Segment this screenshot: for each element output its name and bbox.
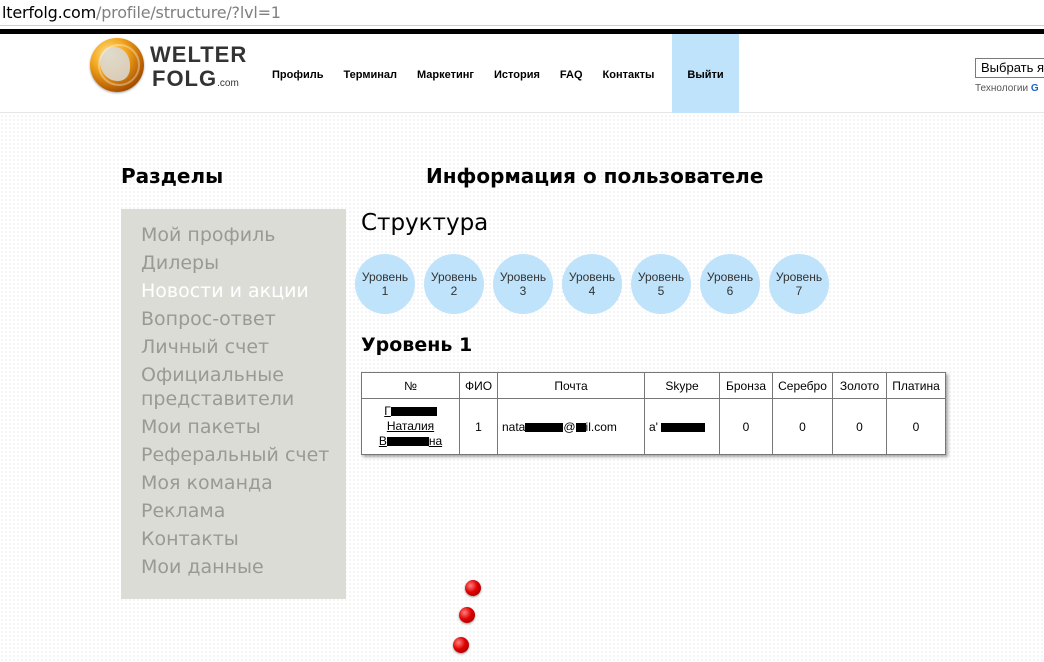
sidebar-item-my-packages[interactable]: Мои пакеты: [141, 415, 336, 439]
level-number: 7: [795, 284, 803, 298]
col-header-email: Почта: [497, 372, 645, 399]
cell-skype: a': [644, 398, 720, 455]
sidebar-item-referral-account[interactable]: Реферальный счет: [141, 443, 336, 467]
main-nav: Профиль Терминал Маркетинг История FAQ К…: [262, 34, 739, 113]
col-header-bronze: Бронза: [719, 372, 773, 399]
url-host: lterfolg.com: [2, 3, 97, 22]
nav-marketing[interactable]: Маркетинг: [407, 34, 484, 113]
level-label: Уровень: [706, 270, 754, 284]
email-start: nata: [502, 419, 526, 434]
name-line2: Наталия: [386, 419, 435, 433]
col-header-platinum: Платина: [886, 372, 946, 399]
col-header-silver: Серебро: [772, 372, 833, 399]
cell-fio: 1: [459, 398, 498, 455]
level-number: 4: [588, 284, 596, 298]
redacted-block: [575, 422, 586, 432]
level-number: 2: [450, 284, 458, 298]
cell-email: nata @ il.com: [497, 398, 645, 455]
translate-credit: Технологии G: [975, 83, 1039, 94]
sidebar-item-news[interactable]: Новости и акции: [141, 279, 336, 303]
sidebar-item-representatives[interactable]: Официальные представители: [141, 363, 336, 411]
cell-name: Г Наталия Вна: [361, 398, 460, 455]
structure-table: № ФИО Почта Skype Бронза Серебро Золото …: [361, 372, 946, 455]
sidebar-title: Разделы: [121, 164, 224, 188]
nav-terminal[interactable]: Терминал: [333, 34, 407, 113]
level-button-2[interactable]: Уровень 2: [424, 254, 484, 314]
redacted-block: [525, 422, 564, 432]
cell-gold: 0: [832, 398, 887, 455]
structure-title: Структура: [361, 210, 489, 236]
nav-history[interactable]: История: [484, 34, 550, 113]
level-number: 6: [726, 284, 734, 298]
site-logo[interactable]: WELTER FOLG.com: [90, 38, 246, 94]
col-header-skype: Skype: [644, 372, 720, 399]
nav-logout-button[interactable]: Выйти: [672, 34, 739, 113]
level-label: Уровень: [499, 270, 547, 284]
redacted-block: [390, 407, 437, 417]
url-path: /profile/structure/?lvl=1: [96, 3, 281, 22]
level-selector: Уровень 1 Уровень 2 Уровень 3 Уровень 4 Уров…: [355, 254, 838, 314]
logo-text-line1: WELTER: [150, 42, 248, 67]
google-icon: G: [1030, 83, 1039, 94]
table-row: Г Наталия Вна 1 nata @ il.com a' 0 0 0 0: [361, 398, 946, 455]
level-number: 5: [657, 284, 665, 298]
cell-silver: 0: [772, 398, 833, 455]
red-dot-decoration: [459, 607, 475, 623]
level-button-7[interactable]: Уровень 7: [769, 254, 829, 314]
level-label: Уровень: [568, 270, 616, 284]
level-title: Уровень 1: [361, 334, 473, 356]
sidebar-item-my-team[interactable]: Моя команда: [141, 471, 336, 495]
level-button-1[interactable]: Уровень 1: [355, 254, 415, 314]
skype-start: a': [649, 419, 658, 434]
col-header-gold: Золото: [832, 372, 887, 399]
sidebar: Мой профиль Дилеры Новости и акции Вопро…: [121, 209, 346, 599]
user-name-link[interactable]: Г Наталия Вна: [366, 404, 455, 449]
logo-text-domain: .com: [217, 78, 239, 89]
address-url[interactable]: lterfolg.com/profile/structure/?lvl=1: [2, 3, 281, 22]
language-select[interactable]: Выбрать яз: [975, 58, 1044, 78]
cell-platinum: 0: [886, 398, 946, 455]
cell-bronze: 0: [719, 398, 773, 455]
logo-text-folg: FOLG: [152, 66, 218, 91]
nav-faq[interactable]: FAQ: [550, 34, 593, 113]
sidebar-item-contacts[interactable]: Контакты: [141, 527, 336, 551]
sidebar-item-my-data[interactable]: Мои данные: [141, 555, 336, 579]
level-label: Уровень: [775, 270, 823, 284]
level-label: Уровень: [430, 270, 478, 284]
name-line3: В: [378, 434, 387, 448]
level-label: Уровень: [637, 270, 685, 284]
col-header-number: №: [361, 372, 460, 399]
level-button-3[interactable]: Уровень 3: [493, 254, 553, 314]
sidebar-item-qa[interactable]: Вопрос-ответ: [141, 307, 336, 331]
level-number: 3: [519, 284, 527, 298]
address-bar[interactable]: lterfolg.com/profile/structure/?lvl=1: [0, 0, 1044, 26]
sidebar-item-personal-account[interactable]: Личный счет: [141, 335, 336, 359]
red-dot-decoration: [465, 580, 481, 596]
globe-icon: [90, 38, 144, 92]
level-button-4[interactable]: Уровень 4: [562, 254, 622, 314]
col-header-fio: ФИО: [459, 372, 498, 399]
sidebar-item-my-profile[interactable]: Мой профиль: [141, 223, 336, 247]
email-end: il.com: [585, 419, 617, 434]
logo-text-line2: FOLG.com: [152, 66, 239, 92]
red-dot-decoration: [453, 637, 469, 653]
page-title: Информация о пользователе: [426, 164, 764, 188]
translate-credit-text: Технологии: [975, 83, 1031, 94]
name-line3-end: на: [428, 434, 443, 448]
redacted-block: [386, 437, 429, 447]
table-header-row: № ФИО Почта Skype Бронза Серебро Золото …: [361, 372, 946, 399]
sidebar-item-dealers[interactable]: Дилеры: [141, 251, 336, 275]
nav-profile[interactable]: Профиль: [262, 34, 333, 113]
sidebar-item-advertising[interactable]: Реклама: [141, 499, 336, 523]
redacted-block: [661, 422, 706, 432]
site-header: WELTER FOLG.com Профиль Терминал Маркети…: [0, 34, 1044, 113]
level-number: 1: [381, 284, 389, 298]
nav-contacts[interactable]: Контакты: [593, 34, 665, 113]
level-label: Уровень: [361, 270, 409, 284]
level-button-6[interactable]: Уровень 6: [700, 254, 760, 314]
level-button-5[interactable]: Уровень 5: [631, 254, 691, 314]
email-at: @: [563, 419, 576, 434]
